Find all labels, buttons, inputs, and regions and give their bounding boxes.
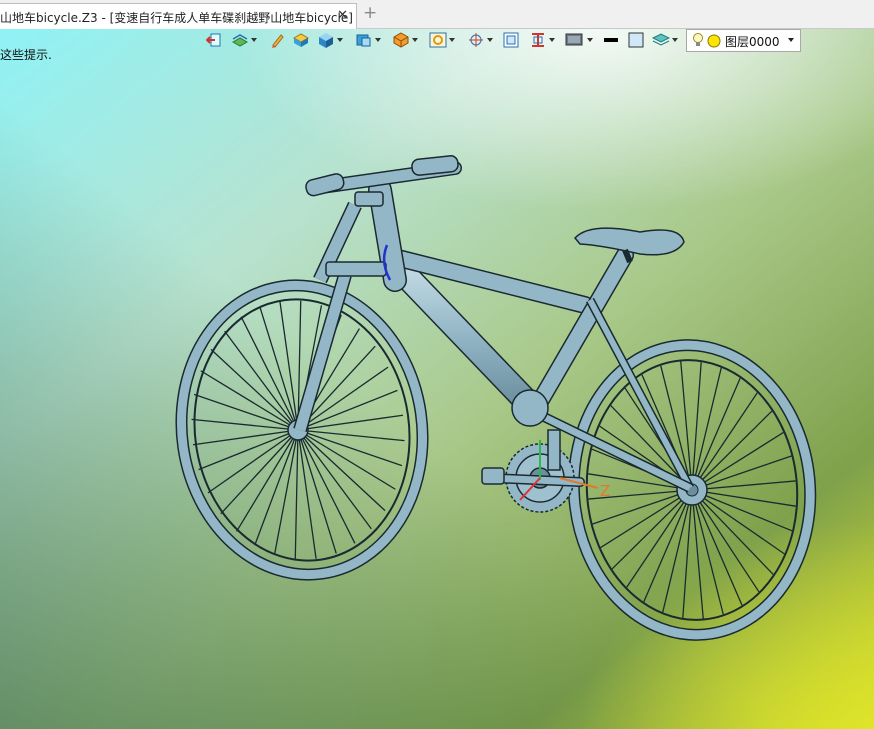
spoke [691,489,774,575]
layer-selector[interactable]: 图层0000 [686,29,801,52]
axis-icon[interactable] [467,29,493,51]
spoke [691,431,784,491]
axis-z-label: Z [600,482,610,500]
spoke [198,429,299,471]
saddle [573,227,685,264]
section-icon[interactable] [529,29,555,51]
bicycle-model[interactable]: Z [0,0,874,729]
crankset [481,429,585,513]
spoke [220,429,299,515]
spoke [691,410,773,491]
lightbulb-icon [691,32,705,52]
spoke [254,429,299,546]
pencil-icon[interactable] [270,29,286,51]
spoke [297,429,372,530]
spoke [611,489,693,570]
spoke [224,330,299,431]
cube-view-icon[interactable] [355,29,381,51]
spoke [192,429,299,446]
spoke [691,455,792,491]
solid-cube-icon[interactable] [317,29,343,51]
spoke [691,489,760,593]
spoke [294,429,299,560]
plane-layers-icon[interactable] [652,29,678,51]
handlebar [305,155,462,207]
exit-sketch-icon[interactable] [206,29,222,51]
layers-icon[interactable] [231,29,257,51]
spoke [626,489,693,588]
line-color-swatch[interactable] [603,29,619,51]
zoom-target-icon[interactable] [429,29,455,51]
yellow-dot-icon [707,33,721,52]
hint-text: 这些提示. [0,48,52,62]
spoke [691,489,796,507]
spoke [600,489,693,549]
render-mode-icon[interactable] [392,29,418,51]
fill-color-swatch[interactable] [628,29,644,51]
fit-frame-icon[interactable] [503,29,519,51]
chevron-down-icon[interactable] [788,38,794,42]
spoke [297,414,404,431]
spoke [691,392,758,491]
display-icon[interactable] [565,29,593,51]
box-top-icon[interactable] [292,29,310,51]
layer-selector-value: 图层0000 [725,35,780,49]
spoke [691,489,704,619]
spoke [207,429,299,494]
